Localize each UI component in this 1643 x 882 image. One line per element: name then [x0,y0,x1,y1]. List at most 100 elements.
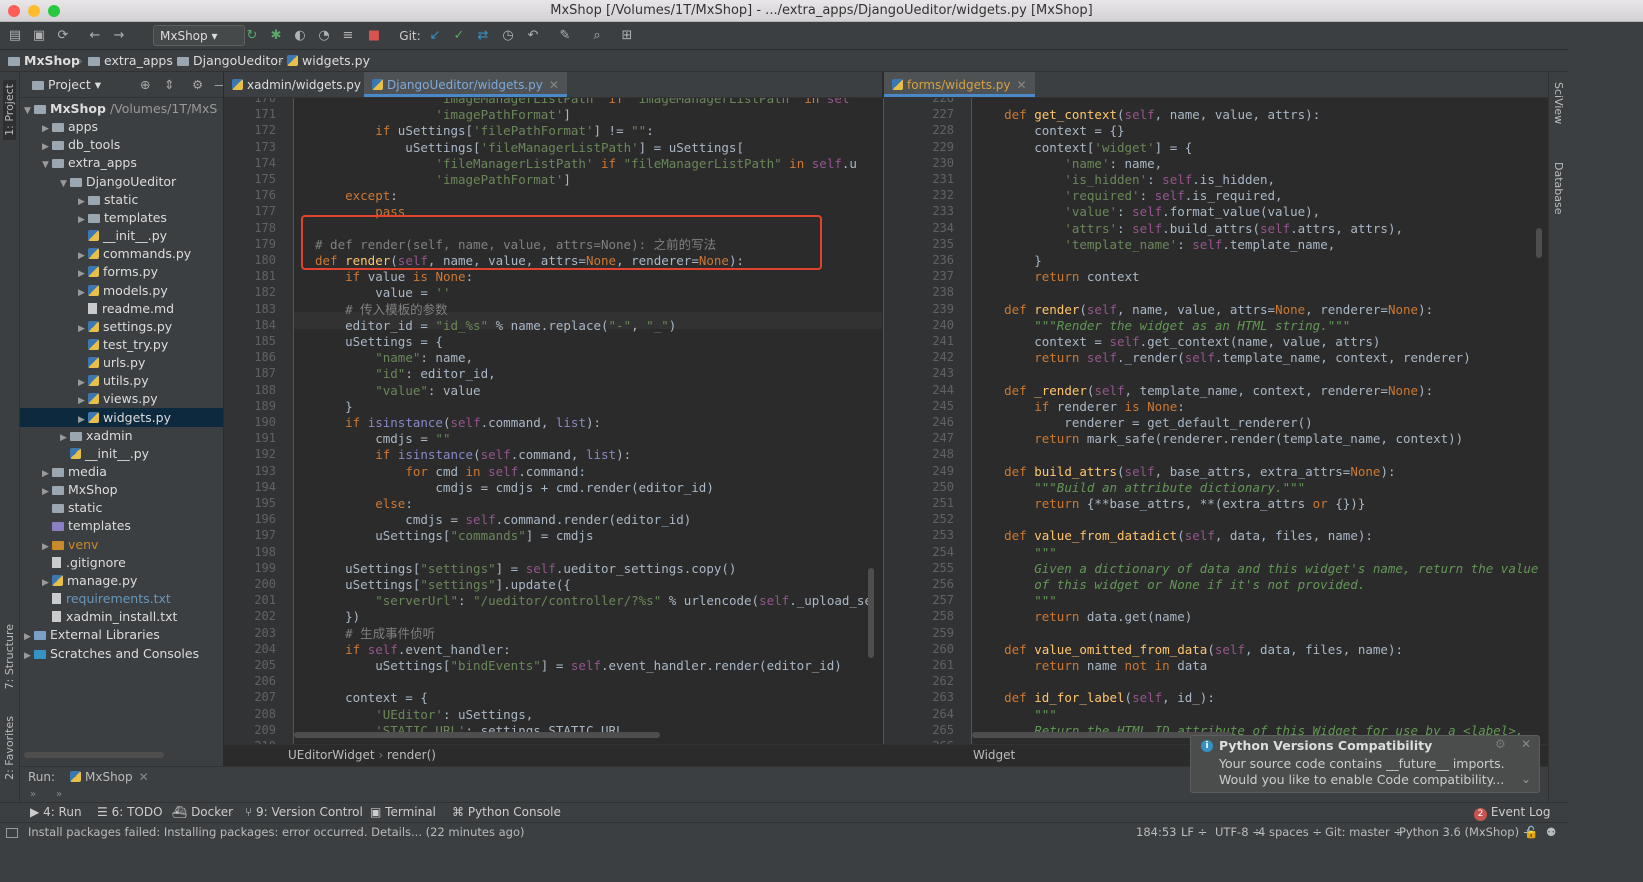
code-line[interactable]: def value_from_datadict(self, data, file… [974,527,1373,544]
left-code-editor[interactable]: 170 'imageManagerListPath' if "imageMana… [224,98,882,744]
code-line[interactable]: uSettings["settings"] = self.ueditor_set… [315,560,736,577]
tree-item[interactable]: ▶ db_tools [20,135,223,154]
code-line[interactable]: uSettings['fileManagerListPath'] = uSett… [315,139,744,156]
code-line[interactable]: else: [315,495,413,512]
code-line[interactable]: } [974,252,1042,269]
tab-xadmin-widgets[interactable]: xadmin/widgets.py✕ [224,72,385,97]
expand-icon[interactable]: » [30,788,36,802]
bc-class[interactable]: UEditorWidget [288,748,375,762]
cursor-position[interactable]: 184:53 [1136,823,1176,842]
tool-version-control[interactable]: ⑂ 9: Version Control [245,803,363,822]
notification-balloon[interactable]: i Python Versions Compatibility ⚙ ✕ Your… [1190,735,1540,793]
code-line[interactable]: return self._render(self.template_name, … [974,349,1471,366]
rerun-icon[interactable]: ↻ [243,27,261,45]
breadcrumb-extra-apps[interactable]: extra_apps [88,50,173,72]
indent-setting[interactable]: 4 spaces ÷ [1258,823,1322,842]
revert-icon[interactable]: ↶ [524,27,542,45]
python-interpreter[interactable]: Python 3.6 (MxShop) ÷ [1399,823,1532,842]
code-line[interactable]: "value": value [315,382,480,399]
code-line[interactable]: def id_for_label(self, id_): [974,689,1215,706]
code-line[interactable]: def build_attrs(self, base_attrs, extra_… [974,463,1395,480]
run-config-select[interactable]: MxShop ▾ [153,25,245,46]
debug-icon[interactable]: ✱ [267,27,285,45]
right-editor-v-scrollbar[interactable] [1536,228,1542,258]
tree-item[interactable]: ▶ views.py [20,389,223,408]
gear-icon[interactable]: ⚙ [1495,737,1506,751]
code-line[interactable]: """ [974,592,1057,609]
code-line[interactable]: editor_id = "id_%s" % name.replace("-", … [315,317,676,334]
tree-item[interactable]: ▼ extra_apps [20,153,223,172]
code-line[interactable]: } [315,398,353,415]
tree-item[interactable]: ▶ commands.py [20,244,223,263]
coverage-icon[interactable]: ◐ [291,27,309,45]
code-line[interactable]: if renderer is None: [974,398,1185,415]
close-window-button[interactable] [8,5,20,17]
tree-item[interactable]: __init__.py [20,226,223,245]
code-line[interactable]: 'imagePathFormat'] [315,106,570,123]
code-line[interactable]: def render(self, name, value, attrs=None… [974,301,1433,318]
tree-item[interactable]: ▶ media [20,462,223,481]
zoom-window-button[interactable] [48,5,60,17]
tree-item[interactable]: requirements.txt [20,589,223,608]
tree-item[interactable]: ▶ forms.py [20,262,223,281]
sync-icon[interactable]: ⟳ [54,27,72,45]
tree-item[interactable]: test_try.py [20,335,223,354]
code-line[interactable]: uSettings["commands"] = cmdjs [315,527,593,544]
chevron-right-icon[interactable]: ▶ [24,647,34,666]
code-line[interactable]: return context [974,268,1139,285]
horizontal-scrollbar[interactable] [24,752,164,758]
code-line[interactable]: uSettings["settings"].update({ [315,576,571,593]
notification-line2[interactable]: Would you like to enable Code compatibil… [1219,772,1504,787]
tree-item[interactable]: templates [20,516,223,535]
code-line[interactable]: for cmd in self.command: [315,463,586,480]
inspector-icon[interactable]: ⚉ [1546,823,1556,842]
tab-forms-widgets[interactable]: forms/widgets.py ✕ [884,72,1035,97]
git-update-icon[interactable]: ↙ [426,27,444,45]
code-line[interactable]: """ [974,706,1057,723]
tree-item[interactable]: xadmin_install.txt [20,607,223,626]
code-line[interactable]: value = '' [315,284,450,301]
code-line[interactable]: 'fileManagerListPath' if "fileManagerLis… [315,155,857,172]
tree-item[interactable]: ▶ models.py [20,281,223,300]
tree-item[interactable]: ▶ widgets.py [20,407,223,427]
tree-item[interactable]: ▶ manage.py [20,571,223,590]
search-icon[interactable]: ⌕ [588,27,606,45]
tree-item[interactable]: ▶ External Libraries [20,625,223,644]
project-view-select[interactable]: Project [48,77,91,92]
tool-run[interactable]: ▶ 4: Run [30,803,82,822]
tree-item[interactable]: ▶ settings.py [20,317,223,336]
tool-docker[interactable]: ⛴ Docker [172,803,233,822]
breadcrumb-widgets[interactable]: widgets.py [287,50,370,72]
database-tool-button[interactable]: Database [1552,162,1565,215]
git-branch[interactable]: Git: master ÷ [1325,823,1403,842]
run-tests-icon[interactable]: ≡ [339,27,357,45]
code-line[interactable]: if value is None: [315,268,473,285]
close-tab-icon[interactable]: ✕ [139,770,149,784]
gear-icon[interactable]: ⚙ [192,72,203,98]
code-line[interactable]: context['widget'] = { [974,139,1192,156]
tree-item[interactable]: ▶ templates [20,208,223,227]
run-tab-mxshop[interactable]: MxShop ✕ [70,767,149,787]
code-line[interactable]: if isinstance(self.command, list): [315,446,631,463]
code-line[interactable]: """Render the widget as an HTML string."… [974,317,1350,334]
lock-icon[interactable]: 🔓 [1524,823,1538,842]
tree-item[interactable]: __init__.py [20,444,223,463]
close-icon[interactable]: ✕ [1521,737,1531,751]
close-tab-icon[interactable]: ✕ [1017,78,1027,92]
git-commit-icon[interactable]: ✓ [450,27,468,45]
expand-icon[interactable]: » [56,788,62,802]
settings-wrench-icon[interactable]: ✎ [556,27,574,45]
tree-item[interactable]: urls.py [20,353,223,372]
structure-tool-button[interactable]: 7: Structure [3,624,16,689]
code-line[interactable]: 'is_hidden': self.is_hidden, [974,171,1275,188]
code-line[interactable]: }) [315,608,360,625]
code-line[interactable]: return name not in data [974,657,1207,674]
terminal-icon[interactable]: ⊞ [618,27,636,45]
code-line[interactable]: 'value': self.format_value(value), [974,203,1320,220]
code-line[interactable]: renderer = get_default_renderer() [974,414,1312,431]
tree-item[interactable]: ▶ apps [20,117,223,136]
code-line[interactable]: return data.get(name) [974,608,1192,625]
tree-item[interactable]: ▶ MxShop [20,480,223,499]
code-line[interactable]: 'attrs': self.build_attrs(self.attrs, at… [974,220,1403,237]
code-line[interactable]: except: [315,187,398,204]
